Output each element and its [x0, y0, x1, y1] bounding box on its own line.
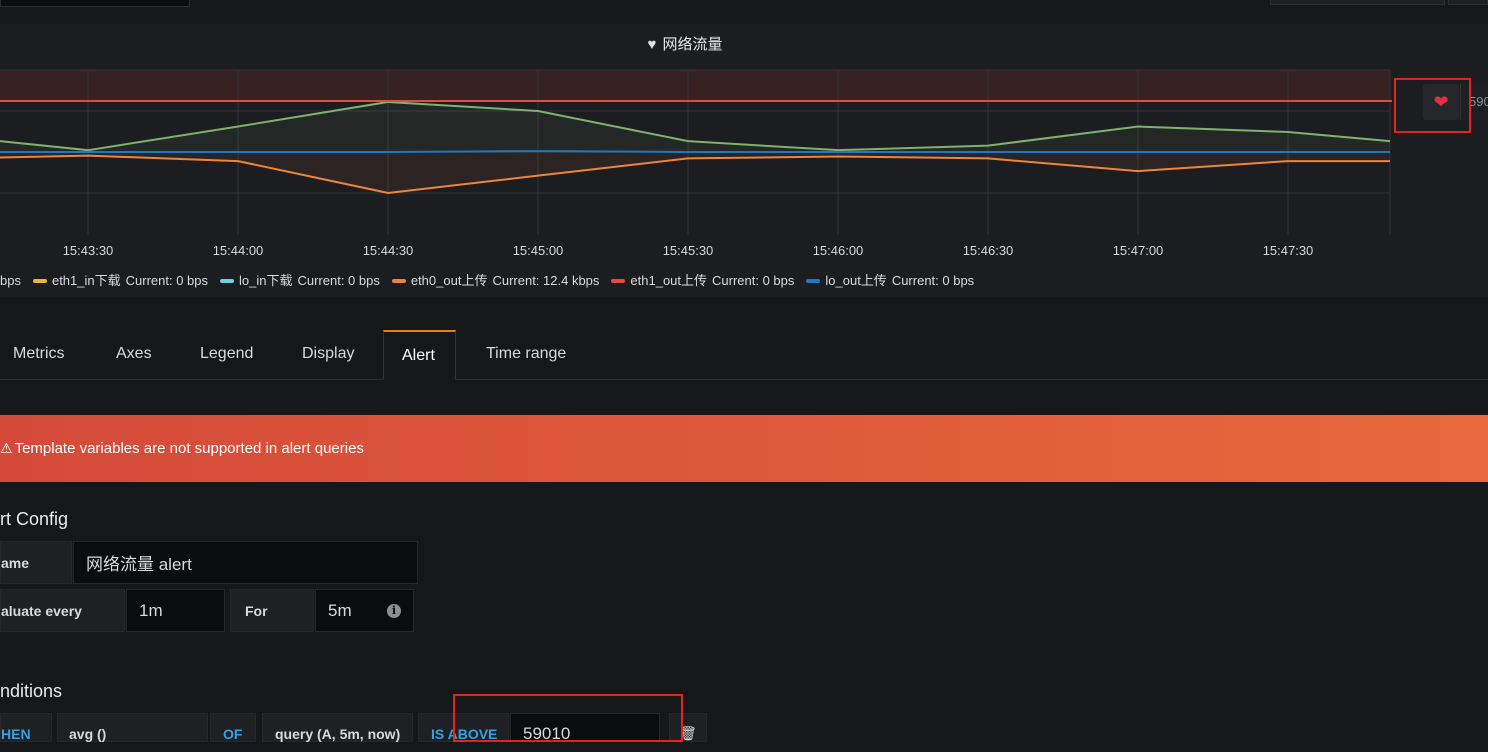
- legend-swatch: [391, 278, 406, 283]
- series-line: [0, 150, 1390, 153]
- tab-display[interactable]: Display: [302, 330, 354, 380]
- graph-legend: bps eth1_in下载 Current: 0 bps lo_in下载 Current…: [0, 270, 986, 290]
- x-tick-label: 15:47:30: [1263, 243, 1314, 258]
- x-tick-label: 15:44:00: [213, 243, 264, 258]
- highlight-box-heart: [1394, 78, 1471, 133]
- tab-axes[interactable]: Axes: [116, 330, 152, 380]
- top-button[interactable]: [1270, 0, 1445, 5]
- tab-alert[interactable]: Alert: [383, 330, 456, 380]
- legend-item[interactable]: eth1_in下载 Current: 0 bps: [32, 270, 208, 289]
- x-tick-label: 15:46:00: [813, 243, 864, 258]
- legend-series-name: eth1_in下载: [51, 273, 121, 288]
- legend-swatch: [220, 278, 234, 283]
- x-tick-label: 15:45:00: [513, 243, 564, 258]
- legend-current-value: Current: 0 bps: [125, 273, 208, 288]
- tab-legend[interactable]: Legend: [200, 330, 253, 380]
- highlight-box-threshold: [453, 694, 683, 742]
- legend-item[interactable]: lo_out上传 Current: 0 bps: [806, 270, 974, 289]
- info-icon[interactable]: i: [387, 604, 401, 618]
- warning-text: Template variables are not supported in …: [14, 440, 364, 457]
- alert-config-title: rt Config: [0, 509, 69, 529]
- legend-series-name: eth1_out上传: [630, 273, 708, 288]
- legend-current-value: Current: 12.4 kbps: [492, 273, 600, 288]
- series-area: [0, 101, 1390, 152]
- legend-series-name: eth0_out上传: [410, 273, 488, 288]
- legend-item[interactable]: bps: [0, 273, 21, 288]
- evaluate-every-input[interactable]: 1m: [126, 589, 225, 632]
- legend-swatch: [611, 278, 626, 283]
- top-toolbar: [0, 0, 1488, 24]
- legend-current-value: Current: 0 bps: [712, 273, 795, 288]
- legend-item[interactable]: eth1_out上传 Current: 0 bps: [611, 270, 794, 289]
- threshold-region: [0, 70, 1390, 102]
- x-tick-label: 15:45:30: [663, 243, 714, 258]
- tab-metrics[interactable]: Metrics: [13, 330, 65, 380]
- graph-plot[interactable]: 15:43:30 15:44:00 15:44:30 15:45:00 15:45:30…: [0, 60, 1392, 260]
- query-selector[interactable]: query (A, 5m, now): [262, 713, 413, 742]
- when-keyword: HEN: [0, 713, 52, 742]
- x-tick-label: 15:47:00: [1113, 243, 1164, 258]
- legend-swatch: [32, 278, 47, 283]
- evaluate-every-label: aluate every: [0, 589, 125, 632]
- for-input[interactable]: 5m i: [315, 589, 414, 632]
- warning-icon: ⚠: [0, 440, 13, 456]
- legend-current-value: Current: 0 bps: [891, 273, 975, 288]
- legend-swatch: [806, 278, 821, 283]
- tab-time-range[interactable]: Time range: [486, 330, 566, 380]
- template-variables-warning: ⚠ Template variables are not supported in…: [0, 415, 1488, 482]
- panel-title[interactable]: ♥ 网络流量: [0, 33, 1370, 54]
- panel-title-text: 网络流量: [662, 36, 723, 53]
- legend-current-value: bps: [0, 273, 21, 288]
- legend-series-name: lo_in下载: [239, 273, 293, 288]
- of-keyword: OF: [210, 713, 256, 742]
- x-tick-label: 15:43:30: [63, 243, 114, 258]
- legend-series-name: lo_out上传: [825, 273, 887, 288]
- heart-icon: ♥: [647, 36, 657, 53]
- x-tick-label: 15:46:30: [963, 243, 1014, 258]
- legend-current-value: Current: 0 bps: [297, 273, 380, 288]
- reducer-selector[interactable]: avg (): [57, 713, 208, 742]
- top-input[interactable]: [0, 0, 190, 7]
- name-label: ame: [0, 541, 72, 584]
- conditions-title: nditions: [0, 681, 63, 701]
- legend-item[interactable]: eth0_out上传 Current: 12.4 kbps: [391, 270, 600, 289]
- top-button-secondary[interactable]: [1448, 0, 1488, 5]
- alert-name-input[interactable]: 网络流量 alert: [73, 541, 418, 584]
- x-tick-label: 15:44:30: [363, 243, 414, 258]
- legend-item[interactable]: lo_in下载 Current: 0 bps: [220, 270, 380, 289]
- for-label: For: [230, 589, 314, 632]
- editor-tabs: Metrics Axes Legend Display Alert Time r…: [0, 330, 1488, 380]
